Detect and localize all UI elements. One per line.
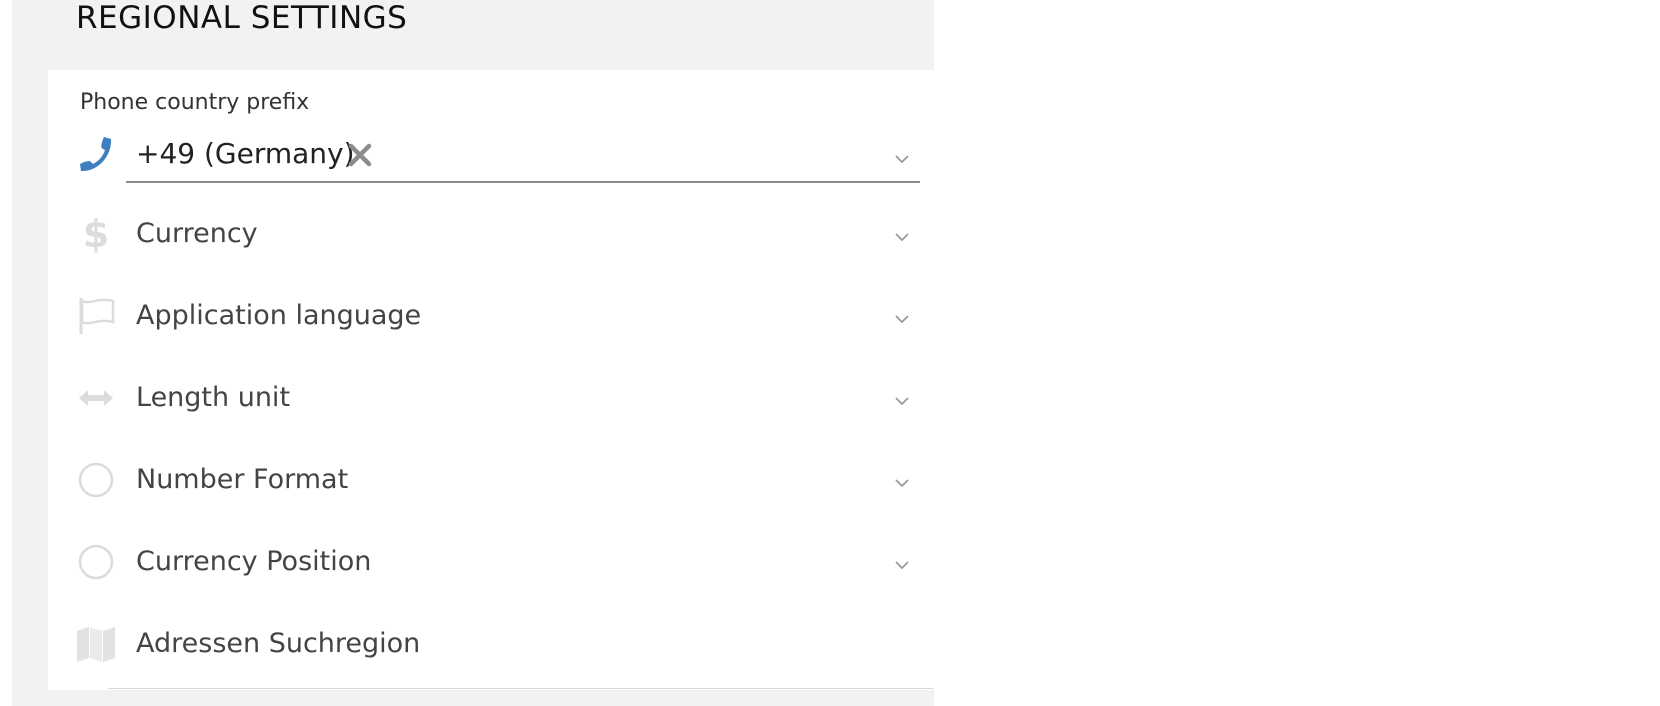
phone-prefix-field[interactable]: Phone country prefix +49 (Germany) [48, 70, 934, 190]
svg-text:$: $ [83, 214, 109, 254]
chevron-down-icon[interactable] [894, 231, 910, 243]
chevron-down-icon[interactable] [894, 559, 910, 571]
phone-icon [76, 134, 116, 174]
clear-selection-icon[interactable] [345, 140, 375, 170]
language-placeholder: Application language [136, 300, 422, 331]
number-format-select[interactable]: Number Format [48, 446, 934, 524]
currency-select[interactable]: $ Currency [48, 200, 934, 278]
currency-placeholder: Currency [136, 218, 258, 249]
address-search-region-placeholder: Adressen Suchregion [136, 628, 421, 659]
arrows-horizontal-icon [76, 378, 116, 418]
circle-icon [76, 460, 116, 500]
phone-prefix-label: Phone country prefix [80, 90, 310, 115]
map-icon [76, 624, 116, 664]
flag-icon [76, 296, 116, 336]
length-unit-placeholder: Length unit [136, 382, 291, 413]
address-search-region-field[interactable]: Adressen Suchregion [48, 610, 934, 688]
chevron-down-icon[interactable] [894, 477, 910, 489]
chevron-down-icon[interactable] [894, 395, 910, 407]
phone-prefix-value: +49 (Germany) [136, 137, 355, 170]
chevron-down-icon[interactable] [894, 153, 910, 165]
length-unit-select[interactable]: Length unit [48, 364, 934, 442]
chevron-down-icon[interactable] [894, 313, 910, 325]
section-title: REGIONAL SETTINGS [76, 0, 408, 36]
currency-position-placeholder: Currency Position [136, 546, 372, 577]
field-underline [108, 688, 934, 689]
left-margin [0, 0, 12, 706]
language-select[interactable]: Application language [48, 282, 934, 360]
circle-icon [76, 542, 116, 582]
regional-settings-card: Phone country prefix +49 (Germany) $ Cur… [48, 70, 934, 690]
currency-position-select[interactable]: Currency Position [48, 528, 934, 606]
phone-prefix-underline [126, 181, 920, 183]
dollar-icon: $ [76, 214, 116, 254]
number-format-placeholder: Number Format [136, 464, 349, 495]
